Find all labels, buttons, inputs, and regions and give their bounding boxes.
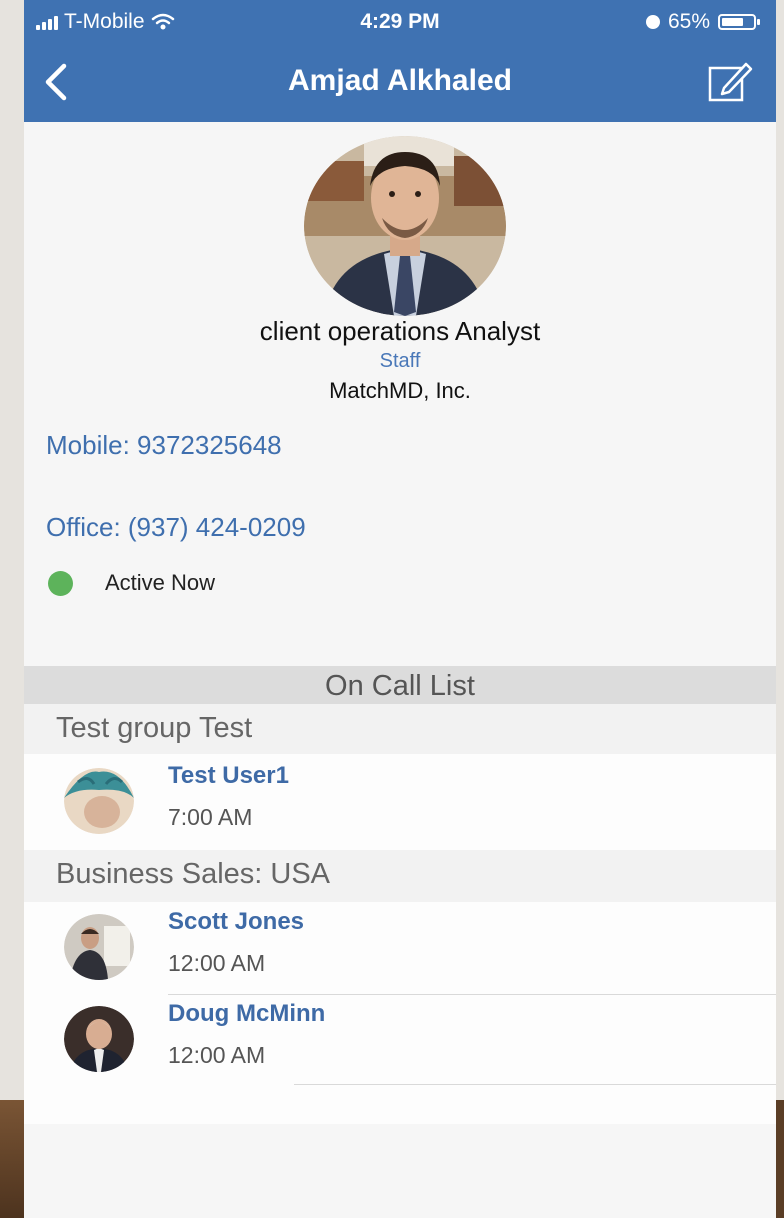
navigation-header: T-Mobile 4:29 PM 65% Amjad Alkhaled <box>24 0 776 122</box>
page-title: Amjad Alkhaled <box>288 64 512 97</box>
profile-avatar <box>304 136 506 316</box>
group-header: Business Sales: USA <box>56 858 331 890</box>
list-item[interactable]: Doug McMinn 12:00 AM <box>24 996 776 1082</box>
list-separator <box>294 1084 776 1085</box>
member-time: 12:00 AM <box>168 950 266 976</box>
role-label: Staff <box>379 350 421 372</box>
avatar <box>64 914 134 980</box>
group-header: Test group Test <box>56 712 253 744</box>
status-bar: T-Mobile 4:29 PM 65% <box>24 0 776 44</box>
list-item[interactable]: Scott Jones 12:00 AM <box>24 904 776 990</box>
company-name: MatchMD, Inc. <box>329 378 471 403</box>
profile-section: client operations Analyst Staff MatchMD,… <box>24 122 776 667</box>
job-title: client operations Analyst <box>259 316 541 346</box>
on-call-title: On Call List <box>325 670 475 702</box>
alarm-icon <box>645 15 660 29</box>
presence-label: Active Now <box>105 570 216 595</box>
background-floor-edge <box>0 1100 26 1218</box>
avatar <box>64 1006 134 1072</box>
presence-status: Active Now <box>48 570 215 596</box>
battery-percent: 65% <box>667 10 710 33</box>
member-name: Test User1 <box>168 762 289 789</box>
empty-area <box>24 1124 776 1218</box>
avatar <box>64 768 134 834</box>
on-call-header: On Call List <box>24 666 776 704</box>
phone-screen: T-Mobile 4:29 PM 65% Amjad Alkhaled clie… <box>24 0 776 1218</box>
member-time: 12:00 AM <box>168 1042 266 1068</box>
battery-status: 65% <box>645 10 760 34</box>
battery-icon <box>718 14 760 30</box>
list-separator <box>168 994 776 995</box>
office-phone-link[interactable]: Office: (937) 424-0209 <box>46 512 306 543</box>
on-call-list: Test group Test Test User1 7:00 AM Busin… <box>24 704 776 1124</box>
member-time: 7:00 AM <box>168 804 253 830</box>
compose-icon[interactable] <box>706 58 754 104</box>
member-name: Scott Jones <box>168 908 305 935</box>
list-item[interactable]: Test User1 7:00 AM <box>24 758 776 844</box>
member-name: Doug McMinn <box>168 1000 326 1027</box>
online-status-icon <box>48 570 73 596</box>
mobile-phone-link[interactable]: Mobile: 9372325648 <box>46 430 282 461</box>
